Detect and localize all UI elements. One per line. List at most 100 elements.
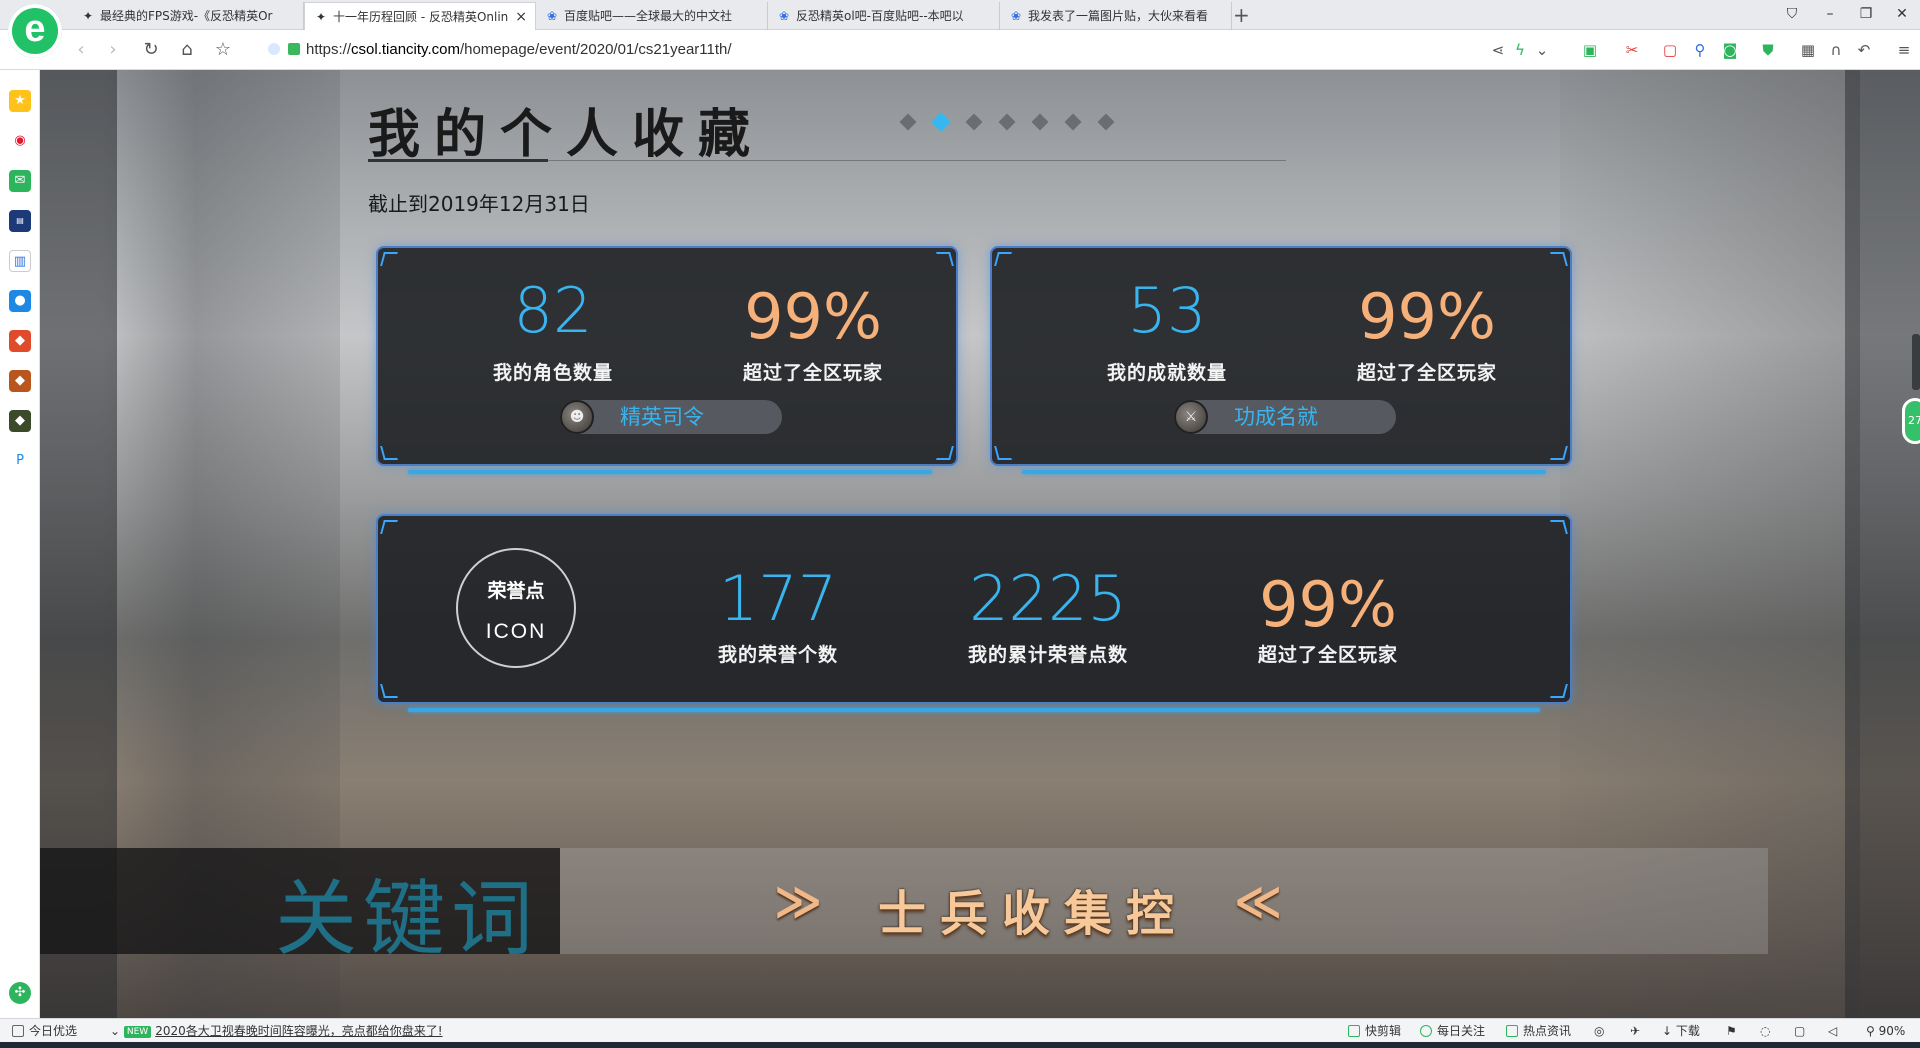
cs-icon: ✦ bbox=[315, 10, 327, 24]
pager-dot[interactable] bbox=[1031, 113, 1049, 131]
honor-percent-label: 超过了全区玩家 bbox=[1257, 644, 1398, 666]
page-title: 我的个人收藏 bbox=[368, 105, 765, 165]
home-icon[interactable]: ⌂ bbox=[176, 39, 198, 61]
news-icon bbox=[1506, 1025, 1518, 1037]
doc-icon[interactable]: ▥ bbox=[9, 250, 31, 272]
news-icon[interactable]: ▤ bbox=[9, 210, 31, 232]
favorites-icon[interactable]: ★ bbox=[9, 90, 31, 112]
background-shade bbox=[1845, 70, 1920, 1018]
hot-news-label: 热点资讯 bbox=[1523, 1024, 1572, 1038]
lightning-icon[interactable]: ϟ bbox=[1510, 40, 1530, 60]
gamepad-icon[interactable]: ◙ bbox=[1720, 40, 1740, 60]
chat-icon[interactable]: ● bbox=[9, 290, 31, 312]
corner-decoration bbox=[994, 252, 1012, 266]
plugin-icon[interactable]: ✣ bbox=[9, 982, 31, 1004]
game2-icon[interactable]: ◆ bbox=[9, 370, 31, 392]
achievement-badge[interactable]: ⚔ 功成名就 bbox=[1174, 400, 1396, 434]
download[interactable]: ↓ 下载 bbox=[1662, 1019, 1700, 1043]
forward-icon[interactable]: › bbox=[102, 39, 124, 61]
tab-title: 最经典的FPS游戏-《反恐精英Or bbox=[100, 9, 273, 23]
side-scroll-tab[interactable] bbox=[1912, 334, 1920, 390]
translate-icon[interactable]: ▣ bbox=[1580, 40, 1600, 60]
taskbar-strip bbox=[0, 1042, 1920, 1048]
chevron-down-icon[interactable]: ⌄ bbox=[1532, 40, 1552, 60]
favorite-star-icon[interactable]: ☆ bbox=[212, 39, 234, 61]
search-icon[interactable]: ⚲ bbox=[1690, 40, 1710, 60]
honor-icon-line1: 荣誉点 bbox=[487, 580, 545, 602]
menu-icon[interactable]: ≡ bbox=[1894, 40, 1914, 60]
quick-clip[interactable]: 快剪辑 bbox=[1348, 1019, 1401, 1043]
hot-news[interactable]: 热点资讯 bbox=[1506, 1019, 1571, 1043]
nav-bar: ‹ › ↻ ⌂ ☆ https://csol.tiancity.com/home… bbox=[0, 30, 1920, 70]
pager-dot-active[interactable] bbox=[931, 112, 951, 132]
flag-icon[interactable]: ⚑ bbox=[1726, 1019, 1737, 1043]
gift-icon bbox=[12, 1025, 24, 1037]
pager-dot[interactable] bbox=[965, 113, 983, 131]
close-icon[interactable]: × bbox=[515, 3, 527, 30]
restore-icon[interactable]: ❐ bbox=[1856, 4, 1876, 24]
corner-decoration bbox=[380, 684, 398, 698]
achievement-count-label: 我的成就数量 bbox=[1106, 362, 1227, 384]
tab-photo-post[interactable]: ❀ 我发表了一篇图片贴，大伙来看看 bbox=[1000, 2, 1232, 30]
back-icon[interactable]: ‹ bbox=[70, 39, 92, 61]
honor-card: 荣誉点 ICON 177 我的荣誉个数 2225 我的累计荣誉点数 99% 超过… bbox=[376, 514, 1572, 704]
daily-follow[interactable]: 每日关注 bbox=[1420, 1019, 1485, 1043]
undo-icon[interactable]: ↶ bbox=[1854, 40, 1874, 60]
mail-icon[interactable]: ✉ bbox=[9, 170, 31, 192]
pager-dot[interactable] bbox=[1064, 113, 1082, 131]
volume-icon[interactable]: ◁ bbox=[1828, 1019, 1837, 1043]
address-bar[interactable]: https://csol.tiancity.com/homepage/event… bbox=[268, 38, 732, 62]
achievement-percent: 99% bbox=[1358, 280, 1496, 353]
keyword-label: 关键词 bbox=[275, 872, 540, 967]
paw-icon: ❀ bbox=[778, 9, 790, 23]
download-icon: ↓ bbox=[1662, 1024, 1676, 1038]
corner-decoration bbox=[380, 520, 398, 534]
chevron-right-icon: ≫ bbox=[774, 874, 823, 928]
today-picks[interactable]: 今日优选 bbox=[12, 1019, 77, 1043]
honor-point-icon: 荣誉点 ICON bbox=[456, 548, 576, 668]
chevron-down-icon: ⌄ bbox=[110, 1024, 124, 1038]
p-icon[interactable]: P bbox=[9, 450, 31, 472]
headphones-icon[interactable]: ∩ bbox=[1826, 40, 1846, 60]
speed-icon[interactable]: ◎ bbox=[1594, 1019, 1604, 1043]
zoom[interactable]: ⚲ 90% bbox=[1866, 1019, 1905, 1043]
news-ticker[interactable]: ⌄ NEW 2020各大卫视春晚时间阵容曝光，亮点都给你盘来了! bbox=[110, 1019, 443, 1043]
new-tab-button[interactable]: + bbox=[1233, 2, 1250, 28]
clean-icon[interactable]: ◌ bbox=[1760, 1019, 1770, 1043]
close-window-icon[interactable]: ✕ bbox=[1892, 4, 1912, 24]
pager-dot[interactable] bbox=[1097, 113, 1115, 131]
floating-widget[interactable]: 27 bbox=[1902, 398, 1920, 444]
play-icon bbox=[1420, 1025, 1432, 1037]
window-icon[interactable]: ▢ bbox=[1794, 1019, 1805, 1043]
refresh-icon[interactable]: ↻ bbox=[140, 39, 162, 61]
lock-icon bbox=[288, 43, 300, 55]
corner-decoration bbox=[1550, 684, 1568, 698]
title-divider bbox=[368, 159, 1286, 162]
browser-logo[interactable]: e bbox=[8, 4, 62, 58]
zoom-level: 90% bbox=[1878, 1024, 1906, 1038]
game-icon[interactable]: ◆ bbox=[9, 330, 31, 352]
daily-follow-label: 每日关注 bbox=[1437, 1024, 1486, 1038]
tab-history-review[interactable]: ✦ 十一年历程回顾 - 反恐精英Onlin × bbox=[304, 2, 536, 30]
minimize-icon[interactable]: – bbox=[1820, 4, 1840, 24]
honor-points-label: 我的累计荣誉点数 bbox=[967, 644, 1128, 666]
role-count-label: 我的角色数量 bbox=[492, 362, 613, 384]
shirt-icon[interactable]: ⛉ bbox=[1782, 4, 1802, 24]
crossed-swords-icon: ⚔ bbox=[1174, 400, 1208, 434]
tab-fps-game[interactable]: ✦ 最经典的FPS游戏-《反恐精英Or bbox=[72, 2, 304, 30]
tab-csol-tieba[interactable]: ❀ 反恐精英ol吧-百度贴吧--本吧以 bbox=[768, 2, 1000, 30]
game3-icon[interactable]: ◆ bbox=[9, 410, 31, 432]
security-icon[interactable]: ⛊ bbox=[1758, 40, 1778, 60]
weibo-icon[interactable]: ◉ bbox=[9, 130, 31, 152]
share-icon[interactable]: ⋖ bbox=[1488, 40, 1508, 60]
new-badge: NEW bbox=[123, 1026, 152, 1038]
tab-baidu-tieba[interactable]: ❀ 百度贴吧——全球最大的中文社 bbox=[536, 2, 768, 30]
scissors-icon[interactable]: ✂ bbox=[1622, 40, 1642, 60]
pin-icon[interactable]: ✈ bbox=[1630, 1019, 1640, 1043]
pager-dot[interactable] bbox=[899, 113, 917, 131]
role-badge[interactable]: ☻ 精英司令 bbox=[560, 400, 782, 434]
apps-icon[interactable]: ▦ bbox=[1798, 40, 1818, 60]
commander-avatar-icon: ☻ bbox=[560, 400, 594, 434]
screenshot-icon[interactable]: ▢ bbox=[1660, 40, 1680, 60]
pager-dot[interactable] bbox=[998, 113, 1016, 131]
